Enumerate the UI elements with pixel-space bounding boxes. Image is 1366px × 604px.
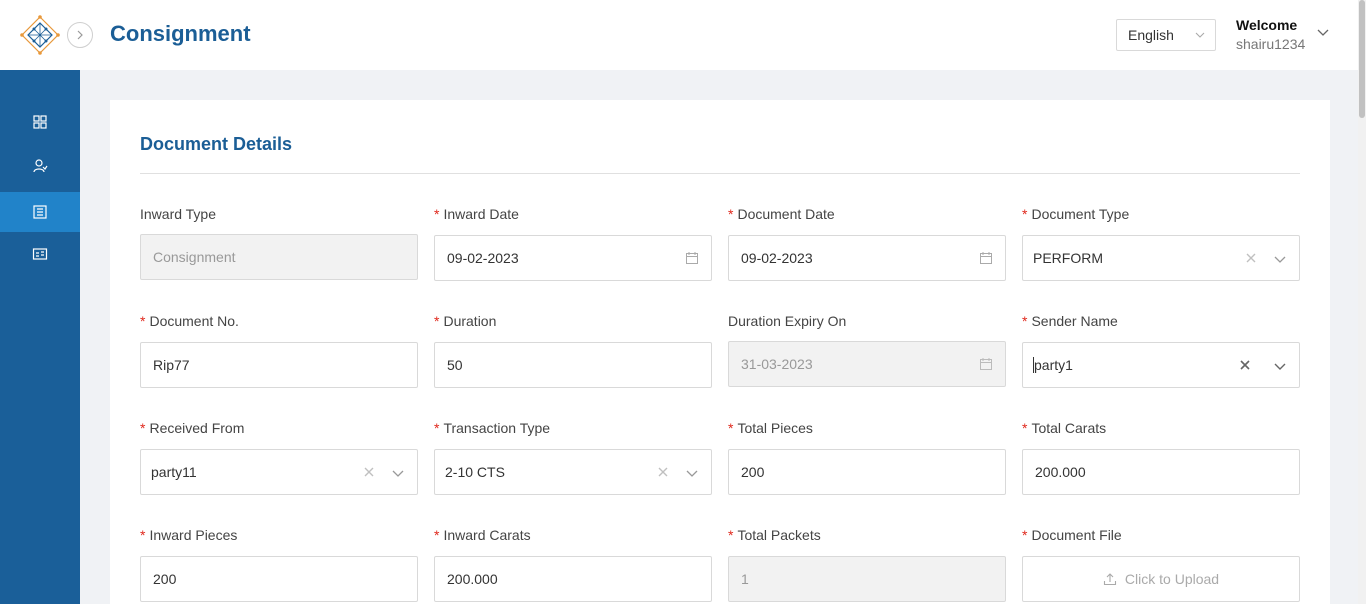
sidebar-item-documents[interactable] xyxy=(0,192,80,232)
received-from-select[interactable]: party11 xyxy=(140,449,418,495)
document-list-icon xyxy=(33,205,47,219)
chevron-right-icon xyxy=(77,30,83,40)
chevron-down-icon xyxy=(392,470,404,477)
duration-label: * Duration xyxy=(434,313,497,329)
inward-type-label: Inward Type xyxy=(140,206,217,222)
upload-label: Click to Upload xyxy=(1124,571,1220,587)
received-from-label: * Received From xyxy=(140,420,245,436)
total-carats-input[interactable]: 200.000 xyxy=(1022,449,1300,495)
upload-icon xyxy=(1103,573,1116,586)
document-type-label: * Document Type xyxy=(1022,206,1130,222)
scrollbar-thumb[interactable] xyxy=(1359,0,1365,118)
inward-date-picker[interactable]: 09-02-2023 xyxy=(434,235,712,281)
inward-type-input: Consignment xyxy=(140,234,418,280)
document-file-upload-button[interactable]: Click to Upload xyxy=(1022,556,1300,602)
total-carats-label: * Total Carats xyxy=(1022,420,1107,436)
total-packets-input: 1 xyxy=(728,556,1006,602)
section-divider xyxy=(140,173,1300,174)
welcome-label: Welcome xyxy=(1236,17,1298,33)
chevron-down-icon xyxy=(1195,32,1205,38)
duration-expiry-picker: 31-03-2023 xyxy=(728,341,1006,387)
document-type-select[interactable]: PERFORM xyxy=(1022,235,1300,281)
transaction-type-label: * Transaction Type xyxy=(434,420,551,436)
calendar-icon xyxy=(686,252,698,264)
clear-icon[interactable] xyxy=(361,464,377,480)
document-date-label: * Document Date xyxy=(728,206,835,222)
clear-icon[interactable] xyxy=(1243,250,1259,266)
sidebar-item-dashboard[interactable] xyxy=(0,102,80,142)
clear-icon[interactable] xyxy=(655,464,671,480)
chevron-down-icon xyxy=(1274,256,1286,263)
app-header: Consignment English Welcome shairu1234 xyxy=(0,0,1358,70)
total-pieces-input[interactable]: 200 xyxy=(728,449,1006,495)
document-file-label: * Document File xyxy=(1022,527,1122,543)
total-pieces-label: * Total Pieces xyxy=(728,420,813,436)
users-icon xyxy=(33,159,48,173)
calendar-icon xyxy=(980,358,992,370)
sender-name-select[interactable]: party1 xyxy=(1022,342,1300,388)
sender-name-label: * Sender Name xyxy=(1022,313,1118,329)
id-card-icon xyxy=(32,248,48,260)
chevron-down-icon xyxy=(686,470,698,477)
username-label: shairu1234 xyxy=(1236,36,1306,52)
chevron-down-icon xyxy=(1274,363,1286,370)
page-scrollbar[interactable] xyxy=(1358,0,1366,604)
inward-pieces-label: * Inward Pieces xyxy=(140,527,238,543)
duration-input[interactable]: 50 xyxy=(434,342,712,388)
app-logo[interactable] xyxy=(20,15,60,55)
document-no-input[interactable]: Rip77 xyxy=(140,342,418,388)
language-value: English xyxy=(1128,27,1174,43)
inward-date-label: * Inward Date xyxy=(434,206,519,222)
calendar-icon xyxy=(980,252,992,264)
text-caret xyxy=(1033,357,1034,374)
user-menu-chevron-icon[interactable] xyxy=(1316,26,1330,40)
sidebar-item-users[interactable] xyxy=(0,146,80,186)
clear-icon[interactable] xyxy=(1237,357,1253,373)
section-title: Document Details xyxy=(140,134,293,154)
sidebar-item-profile[interactable] xyxy=(0,234,80,274)
language-select[interactable]: English xyxy=(1116,19,1216,51)
transaction-type-select[interactable]: 2-10 CTS xyxy=(434,449,712,495)
total-packets-label: * Total Packets xyxy=(728,527,821,543)
document-details-card: Document Details Inward Type Consignment… xyxy=(110,100,1330,604)
document-no-label: * Document No. xyxy=(140,313,239,329)
sidebar xyxy=(0,70,80,604)
dashboard-grid-icon xyxy=(33,115,47,129)
document-date-picker[interactable]: 09-02-2023 xyxy=(728,235,1006,281)
inward-carats-input[interactable]: 200.000 xyxy=(434,556,712,602)
inward-carats-label: * Inward Carats xyxy=(434,527,531,543)
sidebar-toggle-button[interactable] xyxy=(67,22,93,48)
duration-expiry-label: Duration Expiry On xyxy=(728,313,847,329)
inward-pieces-input[interactable]: 200 xyxy=(140,556,418,602)
page-title: Consignment xyxy=(110,21,251,46)
